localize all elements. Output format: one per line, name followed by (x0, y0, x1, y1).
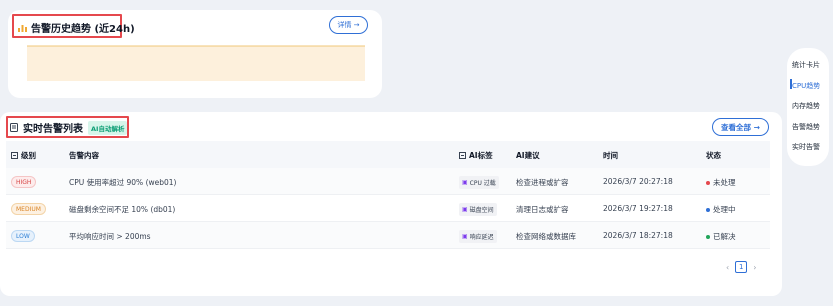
level-icon (11, 152, 18, 159)
table-row[interactable]: LOW 平均响应时间 > 200ms ▣ 响应延迟 检查网络或数据库 2026/3… (6, 222, 770, 249)
column-ai-tag-label: AI标签 (469, 151, 493, 160)
level-badge: HIGH (11, 176, 37, 188)
ai-advice: 检查进程或扩容 (516, 178, 569, 187)
pagination: ‹ 1 › (726, 261, 756, 273)
trend-chart (27, 45, 365, 81)
nav-item-cpu-trend[interactable]: CPU趋势 (792, 81, 820, 91)
column-level-label: 级别 (21, 151, 36, 160)
column-content: 告警内容 (69, 151, 99, 160)
ai-tag-chip: ▣ 响应延迟 (459, 230, 497, 243)
status-dot (706, 180, 710, 185)
bar-chart-icon (18, 24, 27, 32)
view-all-button[interactable]: 查看全部 → (712, 118, 769, 136)
tag-icon (459, 152, 466, 159)
column-ai-tag: AI标签 (459, 150, 493, 161)
column-ai-advice: AI建议 (516, 151, 540, 160)
robot-icon: ▣ (462, 233, 468, 240)
alert-content: CPU 使用率超过 90% (web01) (69, 178, 177, 187)
ai-auto-parse-badge: AI自动解析 (88, 120, 128, 135)
nav-item-realtime-alerts[interactable]: 实时告警 (792, 142, 820, 152)
table-body: HIGH CPU 使用率超过 90% (web01) ▣ CPU 过载 检查进程或… (6, 168, 770, 249)
column-time: 时间 (603, 151, 618, 160)
ai-tag-chip: ▣ 磁盘空间 (459, 203, 497, 216)
column-status: 状态 (706, 151, 721, 160)
alert-content: 磁盘剩余空间不足 10% (db01) (69, 205, 176, 214)
ai-tag-label: CPU 过载 (469, 180, 496, 187)
page-number[interactable]: 1 (735, 261, 748, 273)
alert-list-card: 实时告警列表 AI自动解析 查看全部 → 级别 告警内容 AI标签 AI建议 时… (0, 112, 782, 296)
status-dot (706, 234, 710, 239)
document-icon (10, 123, 18, 132)
robot-icon: ▣ (462, 179, 468, 186)
status-label: 未处理 (713, 178, 736, 187)
status-dot (706, 207, 710, 212)
trend-title: 告警历史趋势 (近24h) (18, 20, 135, 35)
alert-time: 2026/3/7 20:27:18 (603, 177, 673, 186)
table-header: 级别 告警内容 AI标签 AI建议 时间 状态 (6, 141, 770, 168)
nav-item-stats-cards[interactable]: 统计卡片 (792, 60, 820, 70)
nav-item-alert-trend[interactable]: 告警趋势 (792, 122, 820, 132)
list-title: 实时告警列表 AI自动解析 (10, 120, 128, 135)
column-level: 级别 (11, 150, 36, 161)
table-row[interactable]: MEDIUM 磁盘剩余空间不足 10% (db01) ▣ 磁盘空间 清理日志或扩容… (6, 195, 770, 222)
status: 未处理 (706, 177, 736, 188)
status: 已解决 (706, 231, 736, 242)
alert-content: 平均响应时间 > 200ms (69, 232, 151, 241)
prev-page-button[interactable]: ‹ (726, 263, 729, 272)
level-badge: MEDIUM (11, 203, 46, 215)
next-page-button[interactable]: › (753, 263, 756, 272)
table-row[interactable]: HIGH CPU 使用率超过 90% (web01) ▣ CPU 过载 检查进程或… (6, 168, 770, 195)
level-badge: LOW (11, 230, 35, 242)
detail-button[interactable]: 详情 → (329, 16, 368, 34)
nav-item-memory-trend[interactable]: 内存趋势 (792, 101, 820, 111)
status-label: 处理中 (713, 205, 736, 214)
status: 处理中 (706, 204, 736, 215)
alert-time: 2026/3/7 18:27:18 (603, 231, 673, 240)
ai-advice: 清理日志或扩容 (516, 205, 569, 214)
ai-tag-chip: ▣ CPU 过载 (459, 176, 499, 189)
ai-tag-label: 响应延迟 (469, 234, 494, 241)
section-nav: 统计卡片 CPU趋势 内存趋势 告警趋势 实时告警 (787, 48, 829, 166)
robot-icon: ▣ (462, 206, 468, 213)
trend-title-text: 告警历史趋势 (近24h) (31, 24, 135, 35)
list-title-text: 实时告警列表 (23, 124, 83, 135)
ai-tag-label: 磁盘空间 (469, 207, 494, 214)
alert-time: 2026/3/7 19:27:18 (603, 204, 673, 213)
trend-area (27, 46, 365, 81)
alert-trend-card: 告警历史趋势 (近24h) 详情 → (8, 10, 382, 98)
ai-advice: 检查网络或数据库 (516, 232, 576, 241)
alert-table: 级别 告警内容 AI标签 AI建议 时间 状态 HIGH CPU 使用率超过 9… (6, 141, 770, 249)
status-label: 已解决 (713, 232, 736, 241)
